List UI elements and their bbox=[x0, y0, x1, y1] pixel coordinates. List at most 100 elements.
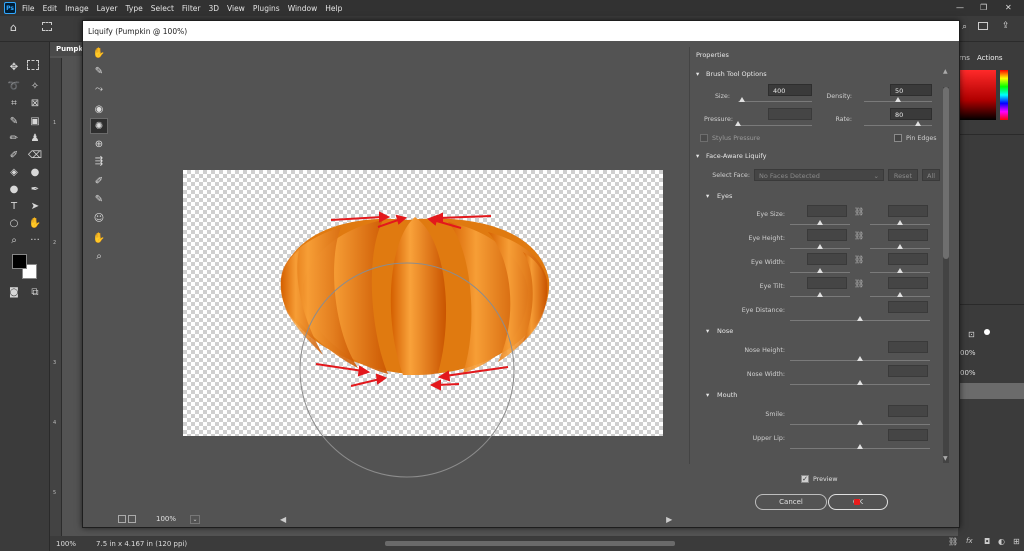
link-icon[interactable]: ⛓ bbox=[854, 279, 864, 288]
home-icon[interactable]: ⌂ bbox=[10, 21, 17, 34]
status-doc-info[interactable]: 7.5 in x 4.167 in (120 ppi) bbox=[96, 540, 187, 548]
more-tools-icon[interactable]: ··· bbox=[27, 233, 43, 247]
paint-bucket-icon[interactable]: ◈ bbox=[6, 165, 22, 179]
reset-button[interactable]: Reset bbox=[888, 169, 918, 181]
upper-lip-field[interactable] bbox=[888, 429, 928, 441]
nose-height-field[interactable] bbox=[888, 341, 928, 353]
layer-row-selected[interactable] bbox=[958, 383, 1024, 399]
nose-section-title[interactable]: Nose bbox=[717, 327, 733, 335]
density-field[interactable]: 50 bbox=[890, 84, 932, 96]
slider-thumb[interactable] bbox=[857, 380, 863, 385]
menu-image[interactable]: Image bbox=[65, 4, 89, 13]
pucker-tool-icon[interactable]: ✺ bbox=[90, 118, 108, 134]
slider-thumb[interactable] bbox=[857, 420, 863, 425]
mouth-section-title[interactable]: Mouth bbox=[717, 391, 737, 399]
slider-thumb[interactable] bbox=[817, 244, 823, 249]
size-slider-thumb[interactable] bbox=[738, 97, 745, 102]
crop-tool-icon[interactable]: ⌗ bbox=[6, 96, 22, 110]
eraser-tool-icon[interactable]: ⌫ bbox=[27, 148, 43, 162]
transparent-canvas[interactable] bbox=[183, 170, 663, 478]
thaw-mask-icon[interactable]: ✎ bbox=[90, 191, 108, 207]
menu-layer[interactable]: Layer bbox=[97, 4, 118, 13]
type-tool-icon[interactable]: T bbox=[6, 199, 22, 213]
eye-distance-field[interactable] bbox=[888, 301, 928, 313]
move-tool-icon[interactable]: ✥ bbox=[6, 60, 22, 74]
twirl-icon[interactable]: ◉ bbox=[90, 101, 108, 117]
horizontal-scrollbar[interactable] bbox=[385, 541, 675, 546]
brush-section-toggle[interactable]: ▾ bbox=[696, 70, 699, 78]
reconstruct-icon[interactable]: ✎ bbox=[90, 63, 108, 79]
blur-tool-icon[interactable]: ● bbox=[27, 165, 43, 179]
menu-plugins[interactable]: Plugins bbox=[253, 4, 280, 13]
slider-thumb[interactable] bbox=[817, 220, 823, 225]
slider-thumb[interactable] bbox=[897, 268, 903, 273]
menu-view[interactable]: View bbox=[227, 4, 245, 13]
smooth-tool-icon[interactable]: ⤳ bbox=[90, 81, 108, 97]
rate-slider-thumb[interactable] bbox=[915, 121, 922, 126]
hand-tool-icon[interactable]: ✋ bbox=[27, 216, 43, 230]
eye-width-right-field[interactable] bbox=[888, 253, 928, 265]
freeze-mask-icon[interactable]: ✐ bbox=[90, 173, 108, 189]
face-tool-icon[interactable]: ☺ bbox=[90, 210, 108, 226]
eyes-section-toggle[interactable]: ▾ bbox=[706, 192, 709, 200]
restore-icon[interactable]: ❐ bbox=[980, 3, 987, 12]
magic-wand-icon[interactable]: ✧ bbox=[27, 79, 43, 93]
forward-warp-icon[interactable]: ✋ bbox=[90, 45, 108, 61]
brush-tool-icon[interactable]: ✏ bbox=[6, 131, 22, 145]
new-layer-icon[interactable]: ⊞ bbox=[1013, 537, 1020, 546]
preview-canvas[interactable] bbox=[113, 45, 683, 511]
marquee-tool-icon[interactable] bbox=[27, 60, 39, 70]
fx-icon[interactable]: fx bbox=[966, 537, 973, 545]
minimize-icon[interactable]: — bbox=[956, 3, 964, 12]
marquee-icon[interactable] bbox=[42, 22, 52, 31]
nose-section-toggle[interactable]: ▾ bbox=[706, 327, 709, 335]
push-left-icon[interactable]: ⇶ bbox=[90, 153, 108, 169]
chevron-down-icon[interactable]: ⌄ bbox=[190, 514, 201, 524]
path-select-icon[interactable]: ➤ bbox=[27, 199, 43, 213]
eyedropper-icon[interactable]: ✎ bbox=[6, 114, 22, 128]
workspace-icon[interactable] bbox=[978, 22, 988, 30]
menu-window[interactable]: Window bbox=[288, 4, 318, 13]
fill-value[interactable]: 00% bbox=[960, 369, 976, 377]
eye-width-left-field[interactable] bbox=[807, 253, 847, 265]
link-icon[interactable]: ⛓ bbox=[854, 207, 864, 216]
zoom-out-icon[interactable] bbox=[118, 515, 126, 523]
link-icon[interactable]: ⛓ bbox=[854, 255, 864, 264]
pressure-slider[interactable] bbox=[738, 125, 812, 126]
screen-mode-icon[interactable]: ⧉ bbox=[27, 285, 43, 299]
panel-tab-patterns[interactable]: rns bbox=[959, 54, 970, 62]
menu-file[interactable]: File bbox=[22, 4, 35, 13]
preview-checkbox[interactable]: ✓ bbox=[801, 475, 809, 483]
slider-thumb[interactable] bbox=[817, 292, 823, 297]
hand-tool-icon[interactable]: ✋ bbox=[90, 230, 108, 246]
scroll-up-icon[interactable]: ▲ bbox=[943, 68, 948, 75]
rate-slider[interactable] bbox=[864, 125, 932, 126]
hue-slider[interactable] bbox=[1000, 70, 1008, 120]
pin-edges-checkbox[interactable] bbox=[894, 134, 902, 142]
zoom-tool-icon[interactable]: ⌕ bbox=[90, 248, 108, 264]
pressure-slider-thumb[interactable] bbox=[735, 121, 741, 126]
slider-thumb[interactable] bbox=[857, 316, 863, 321]
history-brush-icon[interactable]: ✐ bbox=[6, 148, 22, 162]
eye-height-right-field[interactable] bbox=[888, 229, 928, 241]
eye-size-right-field[interactable] bbox=[888, 205, 928, 217]
panel-tab-actions[interactable]: Actions bbox=[977, 54, 1003, 62]
bloat-tool-icon[interactable]: ⊕ bbox=[90, 136, 108, 152]
all-button[interactable]: All bbox=[922, 169, 940, 181]
mouth-section-toggle[interactable]: ▾ bbox=[706, 391, 709, 399]
eye-tilt-right-field[interactable] bbox=[888, 277, 928, 289]
nose-width-field[interactable] bbox=[888, 365, 928, 377]
eyes-section-title[interactable]: Eyes bbox=[717, 192, 732, 200]
adjustment-icon[interactable]: ◐ bbox=[998, 537, 1005, 546]
link-icon[interactable]: ⛓ bbox=[854, 231, 864, 240]
opacity-value[interactable]: 00% bbox=[960, 349, 976, 357]
link-layers-icon[interactable]: ⛓ bbox=[948, 537, 958, 546]
stylus-pressure-checkbox[interactable] bbox=[700, 134, 708, 142]
eye-tilt-left-field[interactable] bbox=[807, 277, 847, 289]
share-icon[interactable]: ⇪ bbox=[1002, 21, 1010, 31]
quick-mask-icon[interactable]: ◙ bbox=[6, 285, 22, 299]
menu-help[interactable]: Help bbox=[325, 4, 342, 13]
menu-edit[interactable]: Edit bbox=[43, 4, 58, 13]
scroll-right-icon[interactable]: ▶ bbox=[666, 515, 672, 524]
smile-field[interactable] bbox=[888, 405, 928, 417]
